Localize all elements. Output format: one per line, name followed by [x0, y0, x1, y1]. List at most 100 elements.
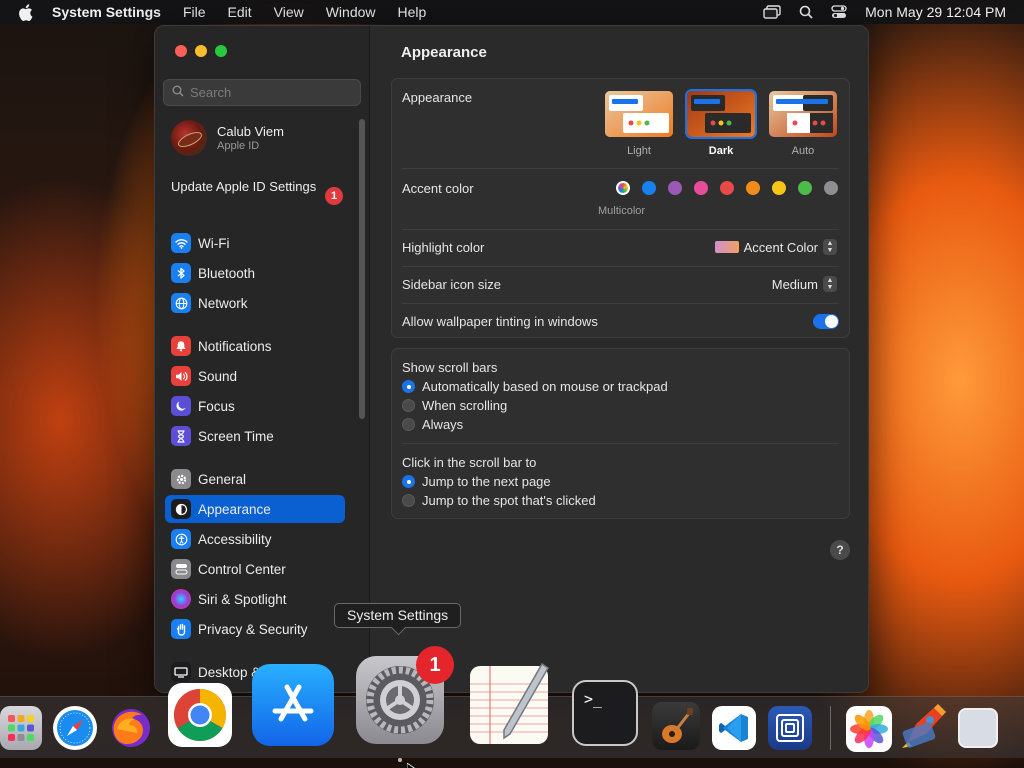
menu-view[interactable]: View [274, 4, 304, 20]
accent-blue-swatch[interactable] [642, 181, 656, 195]
dock-notification-badge: 1 [416, 646, 454, 684]
sidebar-item-appearance[interactable]: Appearance [165, 495, 345, 523]
terminal-icon[interactable]: >_ [572, 680, 638, 746]
sidebar-item-network[interactable]: Network [165, 289, 345, 317]
sidebar-item-wifi[interactable]: Wi-Fi [165, 229, 345, 257]
generic-app-icon[interactable] [958, 708, 998, 748]
sidebar-item-accessibility[interactable]: Accessibility [165, 525, 345, 553]
spotlight-search-icon[interactable] [799, 5, 813, 19]
sidebar-item-label: Screen Time [198, 428, 274, 444]
menu-file[interactable]: File [183, 4, 206, 20]
system-settings-window: Calub Viem Apple ID Update Apple ID Sett… [154, 25, 869, 693]
radio-unselected-icon [402, 399, 415, 412]
firefox-icon[interactable] [108, 704, 154, 750]
photos-icon[interactable] [846, 706, 892, 752]
scroll-bars-automatic-radio[interactable]: Automatically based on mouse or trackpad [402, 379, 668, 394]
sidebar-search[interactable] [163, 79, 361, 106]
sidebar-icon-size-label: Sidebar icon size [402, 277, 501, 292]
gear-icon [171, 469, 191, 489]
wallpaper-tinting-toggle[interactable] [813, 314, 839, 329]
rocket-app-icon[interactable] [898, 700, 950, 752]
accent-orange-swatch[interactable] [746, 181, 760, 195]
appearance-light-option[interactable] [605, 91, 673, 137]
sidebar-item-label: Network [198, 295, 248, 311]
click-jump-next-page-radio[interactable]: Jump to the next page [402, 474, 551, 489]
appearance-dark-option[interactable] [685, 89, 757, 139]
launchpad-icon[interactable] [0, 706, 42, 750]
hourglass-icon [171, 426, 191, 446]
notification-badge: 1 [325, 187, 343, 205]
menu-window[interactable]: Window [326, 4, 376, 20]
screen-mirroring-icon[interactable] [763, 5, 781, 19]
accent-purple-swatch[interactable] [668, 181, 682, 195]
radio-selected-icon [402, 475, 415, 488]
close-window-button[interactable] [175, 45, 187, 57]
highlight-color-popup[interactable]: Accent Color ▲ ▼ [714, 239, 837, 255]
highlight-color-value: Accent Color [743, 239, 818, 255]
accent-red-swatch[interactable] [720, 181, 734, 195]
app-store-icon[interactable] [252, 664, 334, 746]
sidebar-item-label: Accessibility [198, 531, 272, 547]
zoom-window-button[interactable] [215, 45, 227, 57]
sidebar-icon-size-value: Medium [771, 276, 818, 292]
radio-label: Automatically based on mouse or trackpad [422, 379, 668, 394]
sidebar-item-sound[interactable]: Sound [165, 362, 345, 390]
minimize-window-button[interactable] [195, 45, 207, 57]
menu-edit[interactable]: Edit [228, 4, 252, 20]
sidebar-item-notifications[interactable]: Notifications [165, 332, 345, 360]
sidebar-item-general[interactable]: General [165, 465, 345, 493]
search-icon [172, 84, 184, 102]
sidebar-icon-size-popup[interactable]: Medium ▲ ▼ [772, 276, 837, 292]
sidebar-item-privacy-security[interactable]: Privacy & Security [165, 615, 345, 643]
chrome-icon[interactable] [168, 683, 232, 747]
click-jump-to-spot-radio[interactable]: Jump to the spot that's clicked [402, 493, 596, 508]
hand-icon [171, 619, 191, 639]
dock-tooltip: System Settings [334, 603, 462, 628]
moon-icon [171, 396, 191, 416]
appearance-icon [171, 499, 191, 519]
sidebar-item-control-center[interactable]: Control Center [165, 555, 345, 583]
avatar [171, 120, 207, 156]
apple-id-profile[interactable]: Calub Viem Apple ID [171, 120, 284, 156]
menu-clock[interactable]: Mon May 29 12:04 PM [865, 4, 1006, 20]
bluetooth-icon [171, 263, 191, 283]
profile-name: Calub Viem [217, 124, 284, 139]
update-apple-id-label: Update Apple ID Settings [171, 179, 317, 194]
garageband-icon[interactable] [652, 702, 700, 750]
scroll-bars-always-radio[interactable]: Always [402, 417, 463, 432]
accent-pink-swatch[interactable] [694, 181, 708, 195]
textedit-icon[interactable] [466, 660, 552, 746]
menu-help[interactable]: Help [398, 4, 427, 20]
sidebar-item-siri-spotlight[interactable]: Siri & Spotlight [165, 585, 345, 613]
scroll-bar-settings-group: Show scroll bars Automatically based on … [391, 348, 850, 519]
accessories-app-icon[interactable] [768, 706, 812, 750]
radio-label: Jump to the spot that's clicked [422, 493, 596, 508]
apple-menu-icon[interactable] [18, 3, 36, 21]
app-name-menu[interactable]: System Settings [52, 4, 161, 20]
radio-unselected-icon [402, 418, 415, 431]
accent-yellow-swatch[interactable] [772, 181, 786, 195]
page-title: Appearance [401, 44, 487, 61]
update-apple-id-item[interactable]: Update Apple ID Settings 1 [171, 179, 343, 205]
control-center-menu-icon[interactable] [831, 5, 847, 19]
appearance-auto-label: Auto [791, 145, 815, 157]
accessibility-icon [171, 529, 191, 549]
help-button[interactable]: ? [830, 540, 850, 560]
accent-multicolor-swatch[interactable] [616, 181, 630, 195]
appearance-auto-option[interactable] [769, 91, 837, 137]
safari-icon[interactable] [53, 706, 97, 750]
sidebar-item-bluetooth[interactable]: Bluetooth [165, 259, 345, 287]
sidebar-scrollbar[interactable] [359, 119, 365, 419]
accent-graphite-swatch[interactable] [824, 181, 838, 195]
search-input[interactable] [190, 85, 350, 100]
sidebar-item-label: Siri & Spotlight [198, 591, 287, 607]
vscode-icon[interactable] [712, 706, 756, 750]
sidebar-item-screen-time[interactable]: Screen Time [165, 422, 345, 450]
sidebar-item-focus[interactable]: Focus [165, 392, 345, 420]
multicolor-label: Multicolor [598, 205, 646, 217]
accent-green-swatch[interactable] [798, 181, 812, 195]
mouse-cursor-icon [406, 760, 417, 768]
sidebar-item-label: Wi-Fi [198, 235, 230, 251]
scroll-bars-when-scrolling-radio[interactable]: When scrolling [402, 398, 507, 413]
appearance-dark-label: Dark [708, 145, 734, 157]
